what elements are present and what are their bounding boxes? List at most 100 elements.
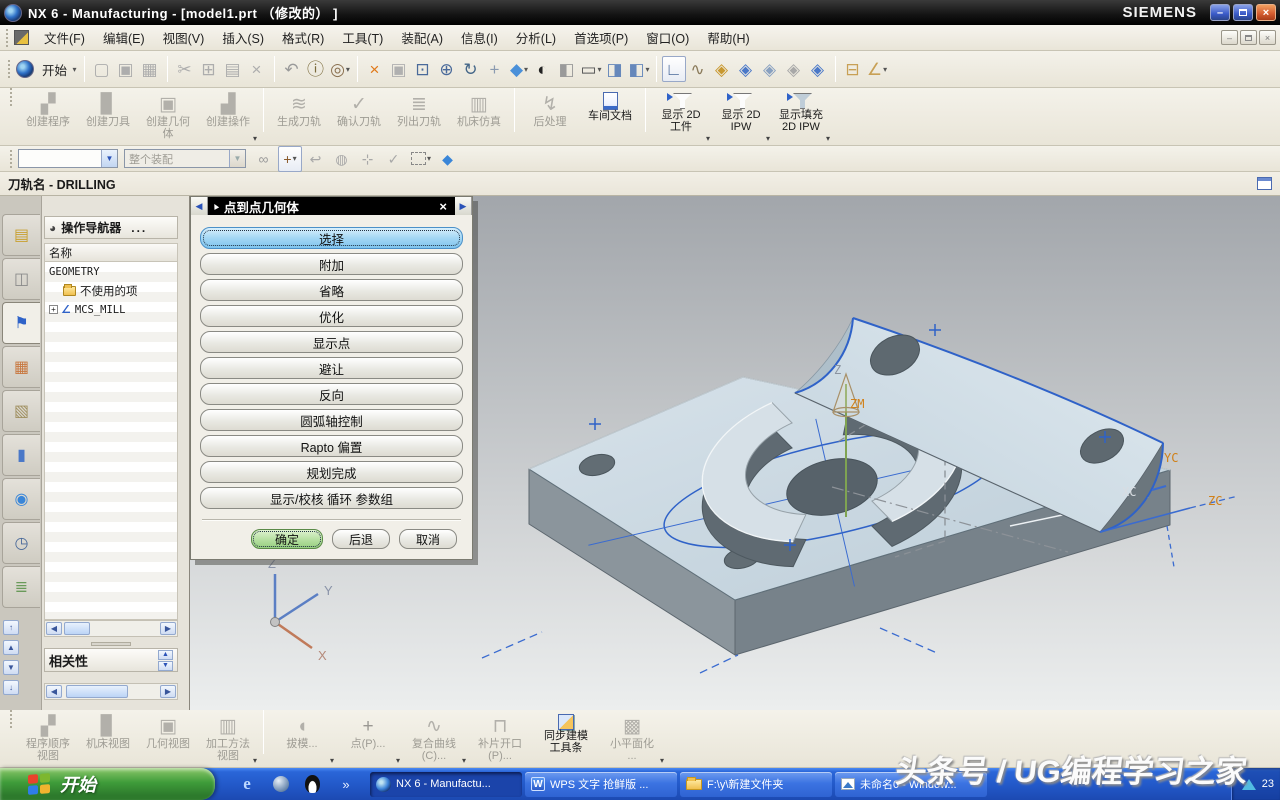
- dropdown-caret[interactable]: ▾: [427, 154, 431, 163]
- dropdown-caret[interactable]: ▾: [330, 756, 334, 765]
- menu-item[interactable]: 帮助(H): [698, 25, 758, 50]
- toolbar-icon[interactable]: ◆▾: [507, 56, 531, 82]
- panel-splitter[interactable]: [44, 640, 178, 648]
- point-to-point-geometry-dialog[interactable]: ◀ ▲ 点到点几何体 × ▶ 选择附加省略优化显示点避让反向圆弧轴控制Rapto…: [190, 196, 473, 560]
- taskbar-task[interactable]: F:\y\新建文件夹: [680, 772, 832, 797]
- dialog-button[interactable]: 选择: [200, 227, 463, 249]
- menu-item[interactable]: 窗口(O): [637, 25, 698, 50]
- dropdown-caret[interactable]: ▾: [646, 65, 650, 74]
- tree-row-mcs-mill[interactable]: +∠MCS_MILL: [45, 300, 177, 319]
- menu-item[interactable]: 装配(A): [392, 25, 452, 50]
- toolbar-icon[interactable]: ▢: [90, 56, 114, 82]
- toolbar-button[interactable]: ▊创建刀具: [78, 88, 138, 145]
- toolbar-button[interactable]: ↯后处理: [520, 88, 580, 145]
- dialog-button[interactable]: 圆弧轴控制: [200, 409, 463, 431]
- toolbar-icon[interactable]: ▦: [138, 56, 162, 82]
- toolbar-button[interactable]: ≣列出刀轨: [389, 88, 449, 145]
- toolbar-button[interactable]: ▣几何视图: [138, 710, 198, 767]
- resource-tab[interactable]: ▮: [2, 434, 40, 476]
- scroll-right-button[interactable]: ▶: [160, 685, 176, 698]
- menu-item[interactable]: 首选项(P): [565, 25, 637, 50]
- nx-start-button[interactable]: [16, 56, 40, 82]
- scrollbar-thumb[interactable]: [66, 685, 128, 698]
- toolbar-icon[interactable]: ◎▾: [328, 56, 352, 82]
- tree-horizontal-scrollbar[interactable]: ◀ ▶: [44, 620, 178, 637]
- quick-launch-icon[interactable]: [273, 776, 289, 792]
- toolbar-icon[interactable]: ×: [363, 56, 387, 82]
- mdi-minimize-button[interactable]: –: [1221, 30, 1238, 45]
- dialog-footer-button[interactable]: 确定: [251, 529, 323, 549]
- dropdown-caret[interactable]: ▾: [826, 134, 830, 143]
- dialog-button[interactable]: Rapto 偏置: [200, 435, 463, 457]
- toolbar-button[interactable]: ▞程序顺序 视图: [18, 710, 78, 767]
- minimize-button[interactable]: –: [1210, 4, 1230, 21]
- dialog-button[interactable]: 反向: [200, 383, 463, 405]
- menu-item[interactable]: 插入(S): [213, 25, 273, 50]
- toolbar-button[interactable]: ▟创建操作▾: [198, 88, 258, 145]
- dialog-button[interactable]: 显示点: [200, 331, 463, 353]
- dropdown-caret[interactable]: ▾: [293, 154, 297, 163]
- dropdown-caret[interactable]: ▾: [883, 65, 887, 74]
- dropdown-caret[interactable]: ▾: [346, 65, 350, 74]
- toolbar-button[interactable]: ▩小平面化 ...▾: [599, 710, 665, 767]
- dropdown-arrow-icon[interactable]: ▼: [229, 150, 245, 167]
- mdi-restore-button[interactable]: [1240, 30, 1257, 45]
- resource-tab[interactable]: ▦: [2, 346, 40, 388]
- toolbar-icon[interactable]: ▾: [408, 146, 434, 172]
- expand-icon[interactable]: +: [49, 305, 58, 314]
- tray-arrow-icon[interactable]: [1242, 779, 1256, 790]
- dropdown-caret[interactable]: ▾: [253, 756, 257, 765]
- toolbar-icon[interactable]: ◈: [806, 56, 830, 82]
- close-button[interactable]: ×: [1256, 4, 1276, 21]
- toolbar-button[interactable]: 显示 2D 工件▾: [651, 88, 711, 145]
- toolbar-icon[interactable]: ∿: [686, 56, 710, 82]
- dialog-button[interactable]: 显示/校核 循环 参数组: [200, 487, 463, 509]
- toolbar-icon[interactable]: ⊹: [356, 146, 380, 172]
- menu-item[interactable]: 文件(F): [35, 25, 94, 50]
- dialog-footer-button[interactable]: 后退: [332, 529, 390, 549]
- taskbar-task[interactable]: WWPS 文字 抢鲜版 ...: [525, 772, 677, 797]
- toolbar-icon[interactable]: +▾: [278, 146, 302, 172]
- menu-item[interactable]: 分析(L): [507, 25, 565, 50]
- toolbar-grip[interactable]: [10, 88, 14, 106]
- toolbar-button[interactable]: ⊓补片开口 (P)...: [467, 710, 533, 767]
- toolbar-icon[interactable]: ↶: [280, 56, 304, 82]
- toolbar-icon[interactable]: ⊡: [411, 56, 435, 82]
- toolbar-button[interactable]: ▥加工方法 视图▾: [198, 710, 258, 767]
- toolbar-grip[interactable]: [10, 150, 14, 168]
- dropdown-caret[interactable]: ▾: [598, 65, 602, 74]
- start-dropdown-caret[interactable]: ▾: [69, 56, 79, 82]
- dropdown-caret[interactable]: ▾: [766, 134, 770, 143]
- toolbar-button[interactable]: ≋生成刀轨: [269, 88, 329, 145]
- dialog-button[interactable]: 省略: [200, 279, 463, 301]
- tree-row-unused-items[interactable]: 不使用的项: [45, 281, 177, 300]
- toolbar-icon[interactable]: ⊟: [841, 56, 865, 82]
- toolbar-button[interactable]: ∿复合曲线 (C)...▾: [401, 710, 467, 767]
- toolbar-icon[interactable]: ⊞: [197, 56, 221, 82]
- dependencies-section-header[interactable]: 相关性 ▲ ▼: [44, 648, 178, 672]
- toolbar-icon[interactable]: ◆: [436, 146, 460, 172]
- section-down-button[interactable]: ▼: [158, 661, 173, 671]
- toolbar-icon[interactable]: ∞: [252, 146, 276, 172]
- resource-tab[interactable]: ⚑: [2, 302, 40, 344]
- scroll-left-button[interactable]: ◀: [46, 622, 62, 635]
- navigator-tree[interactable]: GEOMETRY 不使用的项 +∠MCS_MILL: [44, 262, 178, 620]
- toolbar-icon[interactable]: ◈: [782, 56, 806, 82]
- toolbar-icon[interactable]: ◈: [710, 56, 734, 82]
- scroll-top-button[interactable]: ↑: [3, 620, 19, 635]
- dialog-title-bar[interactable]: ◀ ▲ 点到点几何体 × ▶: [191, 197, 472, 215]
- dropdown-caret[interactable]: ▾: [253, 134, 257, 143]
- selection-filter-dropdown[interactable]: ▼: [18, 149, 118, 168]
- toolbar-button[interactable]: 车间文档: [580, 88, 640, 145]
- scroll-down-button[interactable]: ▼: [3, 660, 19, 675]
- resource-tab[interactable]: ▧: [2, 390, 40, 432]
- toolbar-button[interactable]: ▣创建几何 体: [138, 88, 198, 145]
- navigator-header[interactable]: ◕ 操作导航器 ...: [44, 216, 178, 239]
- toolbar-button[interactable]: 同步建模 工具条: [533, 710, 599, 767]
- name-column-header[interactable]: 名称: [44, 243, 178, 262]
- resource-tab[interactable]: ≣: [2, 566, 40, 608]
- toolbar-button[interactable]: 显示填充 2D IPW▾: [771, 88, 831, 145]
- menu-item[interactable]: 编辑(E): [94, 25, 154, 50]
- scroll-left-button[interactable]: ◀: [46, 685, 62, 698]
- scrollbar-thumb[interactable]: [64, 622, 90, 635]
